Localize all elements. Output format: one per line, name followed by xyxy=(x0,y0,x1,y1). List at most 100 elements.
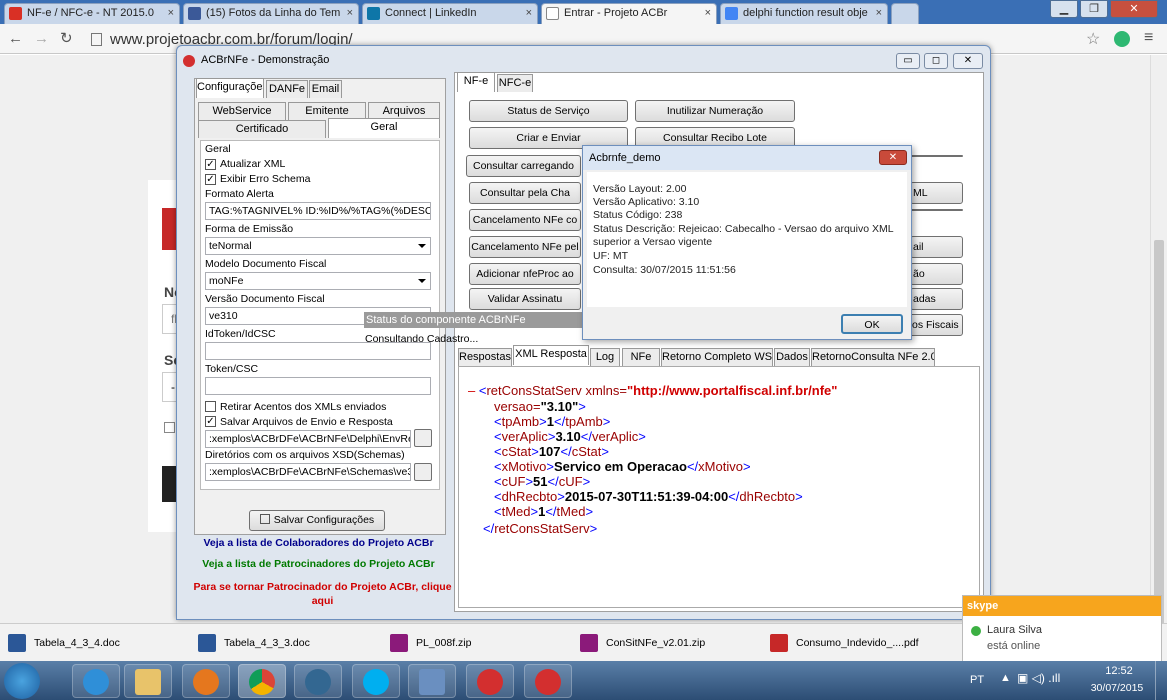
inutilizar-numeracao-button[interactable]: Inutilizar Numeração xyxy=(635,100,795,122)
link-patrocinador[interactable]: Para se tornar Patrocinador do Projeto A… xyxy=(190,580,455,608)
consultar-carregando-button[interactable]: Consultar carregando xyxy=(466,155,581,177)
skype-user: Laura Silva xyxy=(987,624,1043,636)
acbr-taskbar-icon[interactable] xyxy=(466,664,514,698)
consultar-chave-button[interactable]: Consultar pela Cha xyxy=(469,182,581,204)
dialog-close-button[interactable]: ✕ xyxy=(879,150,907,165)
minimize-button[interactable]: ▭ xyxy=(896,53,920,69)
browser-tab-2[interactable]: (15) Fotos da Linha do Tem × xyxy=(183,3,359,24)
pgadmin-taskbar-icon[interactable] xyxy=(294,664,342,698)
salvar-configuracoes-button[interactable]: Salvar Configurações xyxy=(249,510,385,531)
language-indicator[interactable]: PT xyxy=(970,674,984,686)
modelo-select[interactable]: moNFe xyxy=(205,272,431,290)
media-player-taskbar-icon[interactable] xyxy=(182,664,230,698)
network-taskbar-icon[interactable] xyxy=(408,664,456,698)
close-window-button[interactable]: ✕ xyxy=(1110,0,1158,18)
acbr-taskbar-icon-2[interactable] xyxy=(524,664,572,698)
close-icon[interactable]: × xyxy=(876,4,882,23)
nfe-button-col3-7[interactable]: os Fiscais xyxy=(903,314,963,336)
new-tab-button[interactable] xyxy=(891,3,919,24)
back-icon[interactable]: ← xyxy=(8,30,23,47)
tab-nfce[interactable]: NFC-e xyxy=(497,74,533,92)
ie-taskbar-icon[interactable] xyxy=(72,664,120,698)
xsd-path-input[interactable]: :xemplos\ACBrDFe\ACBrNFe\Schemas\ve310 xyxy=(205,463,411,481)
salvar-arquivos-checkbox[interactable]: ✓ xyxy=(205,416,216,427)
cancelamento-nfe-co-button[interactable]: Cancelamento NFe co xyxy=(469,209,581,231)
link-colaboradores[interactable]: Veja a lista de Colaboradores do Projeto… xyxy=(186,537,451,549)
link-patrocinadores[interactable]: Veja a lista de Patrocinadores do Projet… xyxy=(186,558,451,570)
tab-nfe[interactable]: NF-e xyxy=(457,72,495,92)
tab-certificado[interactable]: Certificado xyxy=(198,120,326,138)
tab-respostas[interactable]: Respostas xyxy=(458,348,512,366)
adicionar-nfeproc-button[interactable]: Adicionar nfeProc ao xyxy=(469,263,581,285)
ok-button[interactable]: OK xyxy=(841,314,903,334)
download-item[interactable]: Tabela_4_3_4.doc xyxy=(4,630,174,656)
tab-email[interactable]: Email xyxy=(309,80,342,98)
nfe-button-col3-4[interactable]: ail xyxy=(910,236,963,258)
scrollbar-thumb[interactable] xyxy=(1154,240,1164,625)
reload-icon[interactable]: ↻ xyxy=(60,29,73,47)
atualizar-xml-checkbox[interactable]: ✓ xyxy=(205,159,216,170)
formato-alerta-input[interactable]: TAG:%TAGNIVEL% ID:%ID%/%TAG%(%DESCRICA xyxy=(205,202,431,220)
start-button[interactable] xyxy=(4,663,40,699)
status-servico-button[interactable]: Status de Serviço xyxy=(469,100,628,122)
tray-up-icon[interactable]: ▲ xyxy=(1000,672,1011,684)
maximize-button[interactable]: ❐ xyxy=(1080,0,1108,18)
nfe-button-col3-5[interactable]: ão xyxy=(910,263,963,285)
status-consultando: Consultando Cadastro... xyxy=(365,333,479,345)
chrome-taskbar-icon[interactable] xyxy=(238,664,286,698)
forward-icon[interactable]: → xyxy=(34,30,49,47)
xml-element-line: <dhRecbto>2015-07-30T11:51:39-04:00</dhR… xyxy=(494,489,803,504)
clock-time[interactable]: 12:52 xyxy=(1094,665,1144,677)
nfe-button-col3-1[interactable] xyxy=(910,155,963,157)
close-button[interactable]: ✕ xyxy=(953,53,983,69)
download-item[interactable]: ConSitNFe_v2.01.zip xyxy=(576,630,746,656)
folder-icon[interactable] xyxy=(414,463,432,481)
skype-notification[interactable]: skype Laura Silva está online xyxy=(962,595,1162,663)
clock-date[interactable]: 30/07/2015 xyxy=(1086,682,1148,694)
browser-tab-4[interactable]: Entrar - Projeto ACBr × xyxy=(541,3,717,24)
download-item[interactable]: PL_008f.zip xyxy=(386,630,556,656)
token-input[interactable] xyxy=(205,377,431,395)
tab-danfe[interactable]: DANFe xyxy=(266,80,308,98)
close-icon[interactable]: × xyxy=(705,4,711,23)
star-icon[interactable]: ☆ xyxy=(1086,29,1100,49)
tab-log[interactable]: Log xyxy=(590,348,620,366)
minimize-button[interactable]: ▁ xyxy=(1050,0,1078,18)
tab-geral[interactable]: Geral xyxy=(328,118,440,138)
skype-taskbar-icon[interactable] xyxy=(352,664,400,698)
nfe-button-col3-2[interactable]: ML xyxy=(910,182,963,204)
salvar-path-input[interactable]: :xemplos\ACBrDFe\ACBrNFe\Delphi\EnvRec\ xyxy=(205,430,411,448)
tab-xml-resposta[interactable]: XML Resposta xyxy=(513,345,589,365)
folder-icon[interactable] xyxy=(414,429,432,447)
page-scrollbar[interactable] xyxy=(1150,55,1167,625)
tray-icons[interactable]: ▣ ◁) .ıll xyxy=(1017,671,1060,685)
tab-webservice[interactable]: WebService xyxy=(198,102,286,120)
exibir-erro-checkbox[interactable]: ✓ xyxy=(205,174,216,185)
browser-tab-1[interactable]: NF-e / NFC-e - NT 2015.0 × xyxy=(4,3,180,24)
collapse-icon[interactable]: – xyxy=(468,383,479,398)
nfe-button-col3-3[interactable] xyxy=(910,209,963,211)
close-icon[interactable]: × xyxy=(347,4,353,23)
close-icon[interactable]: × xyxy=(168,4,174,23)
retirar-acentos-checkbox[interactable] xyxy=(205,401,216,412)
download-item[interactable]: Tabela_4_3_3.doc xyxy=(194,630,364,656)
tab-retorno-completo[interactable]: Retorno Completo WS xyxy=(661,348,773,366)
browser-tab-5[interactable]: delphi function result obje × xyxy=(720,3,888,24)
maximize-button[interactable]: ◻ xyxy=(924,53,948,69)
forma-emissao-select[interactable]: teNormal xyxy=(205,237,431,255)
download-item[interactable]: Consumo_Indevido_....pdf xyxy=(766,630,946,656)
tab-configuracoes[interactable]: Configurações xyxy=(196,78,264,98)
validar-assinatura-button[interactable]: Validar Assinatu xyxy=(469,288,581,310)
extension-icon[interactable] xyxy=(1114,31,1130,47)
show-desktop-button[interactable] xyxy=(1155,661,1167,700)
tab-nfe-bottom[interactable]: NFe xyxy=(622,348,660,366)
nfe-button-col3-6[interactable]: adas xyxy=(910,288,963,310)
menu-icon[interactable]: ≡ xyxy=(1144,29,1153,47)
browser-tab-3[interactable]: Connect | LinkedIn × xyxy=(362,3,538,24)
explorer-taskbar-icon[interactable] xyxy=(124,664,172,698)
cancelamento-nfe-pel-button[interactable]: Cancelamento NFe pel xyxy=(469,236,581,258)
tab-dados[interactable]: Dados xyxy=(774,348,810,366)
tab-retorno-consulta[interactable]: RetornoConsulta NFe 2.01 xyxy=(811,348,935,366)
web-checkbox[interactable] xyxy=(164,422,175,433)
close-icon[interactable]: × xyxy=(526,4,532,23)
